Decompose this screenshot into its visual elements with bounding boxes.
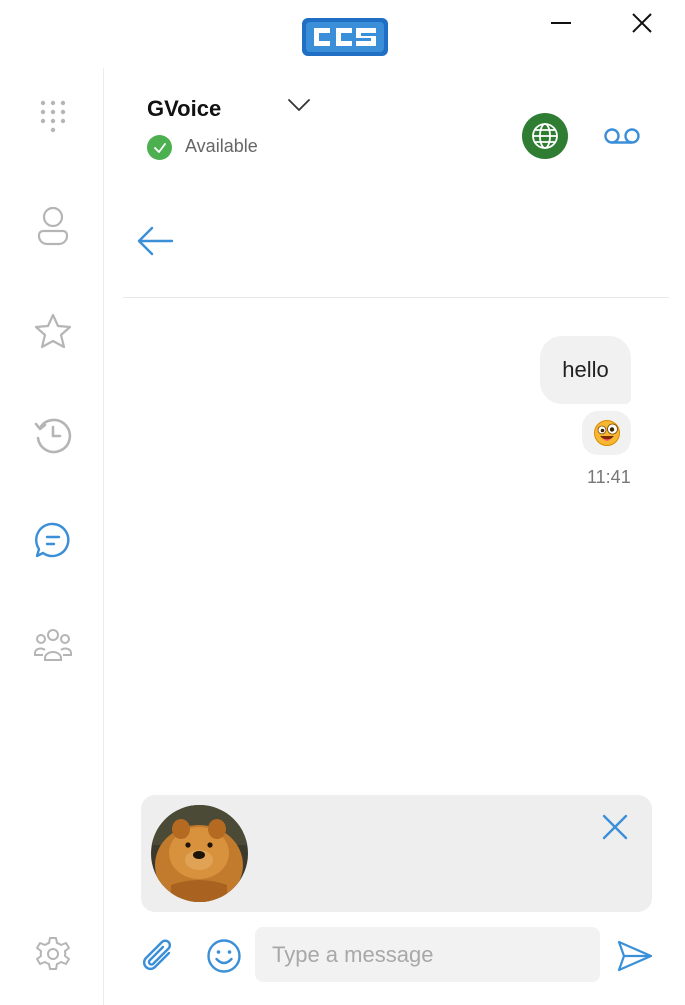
title-bar [0,0,685,68]
sidebar-item-history[interactable] [27,409,79,461]
remove-attachment-button[interactable] [597,809,633,845]
status-text[interactable]: Available [185,136,258,157]
send-icon [617,940,653,972]
close-icon [632,13,652,33]
chat-icon [35,522,70,558]
contact-icon [37,206,69,246]
header-divider [123,297,669,298]
sidebar [0,68,104,1005]
sidebar-item-chat[interactable] [27,514,79,566]
smiley-icon [207,939,241,973]
message-input[interactable] [255,927,600,982]
group-icon [34,629,72,661]
dialpad-icon [40,100,66,133]
status-indicator [147,135,172,160]
star-icon [34,313,72,349]
attachment-preview [141,795,652,912]
voicemail-button[interactable] [600,120,644,152]
chevron-down-icon [288,99,310,111]
history-icon [34,418,72,454]
settings-button[interactable] [27,928,79,980]
window-close-button[interactable] [624,6,660,40]
app-logo [300,14,390,58]
globe-button[interactable] [522,113,568,159]
minimize-icon [551,22,571,24]
account-name[interactable]: GVoice [147,96,221,122]
message-time: 11:41 [587,467,631,487]
voicemail-icon [604,128,640,144]
sidebar-item-favorites[interactable] [27,305,79,357]
attachment-thumbnail[interactable] [151,805,248,902]
crazy-face-emoji-icon [593,420,620,446]
sidebar-item-groups[interactable] [27,619,79,671]
message-text: hello [562,357,609,382]
back-button[interactable] [134,220,176,262]
attach-button[interactable] [138,934,180,978]
minimize-button[interactable] [543,6,579,40]
globe-icon [532,123,558,149]
conversation-header: GVoice Available [104,68,685,298]
paperclip-icon [143,939,172,970]
send-button[interactable] [612,934,658,978]
account-dropdown[interactable] [284,94,314,116]
close-icon [602,814,628,840]
emoji-message-bubble[interactable] [582,411,631,455]
sidebar-item-contacts[interactable] [27,200,79,252]
emoji-button[interactable] [203,934,245,978]
gear-icon [36,937,70,970]
check-icon [153,142,166,153]
dog-photo-icon [151,805,248,902]
sidebar-item-dialpad[interactable] [27,92,79,144]
arrow-left-icon [137,226,174,256]
message-bubble[interactable]: hello [540,336,631,404]
